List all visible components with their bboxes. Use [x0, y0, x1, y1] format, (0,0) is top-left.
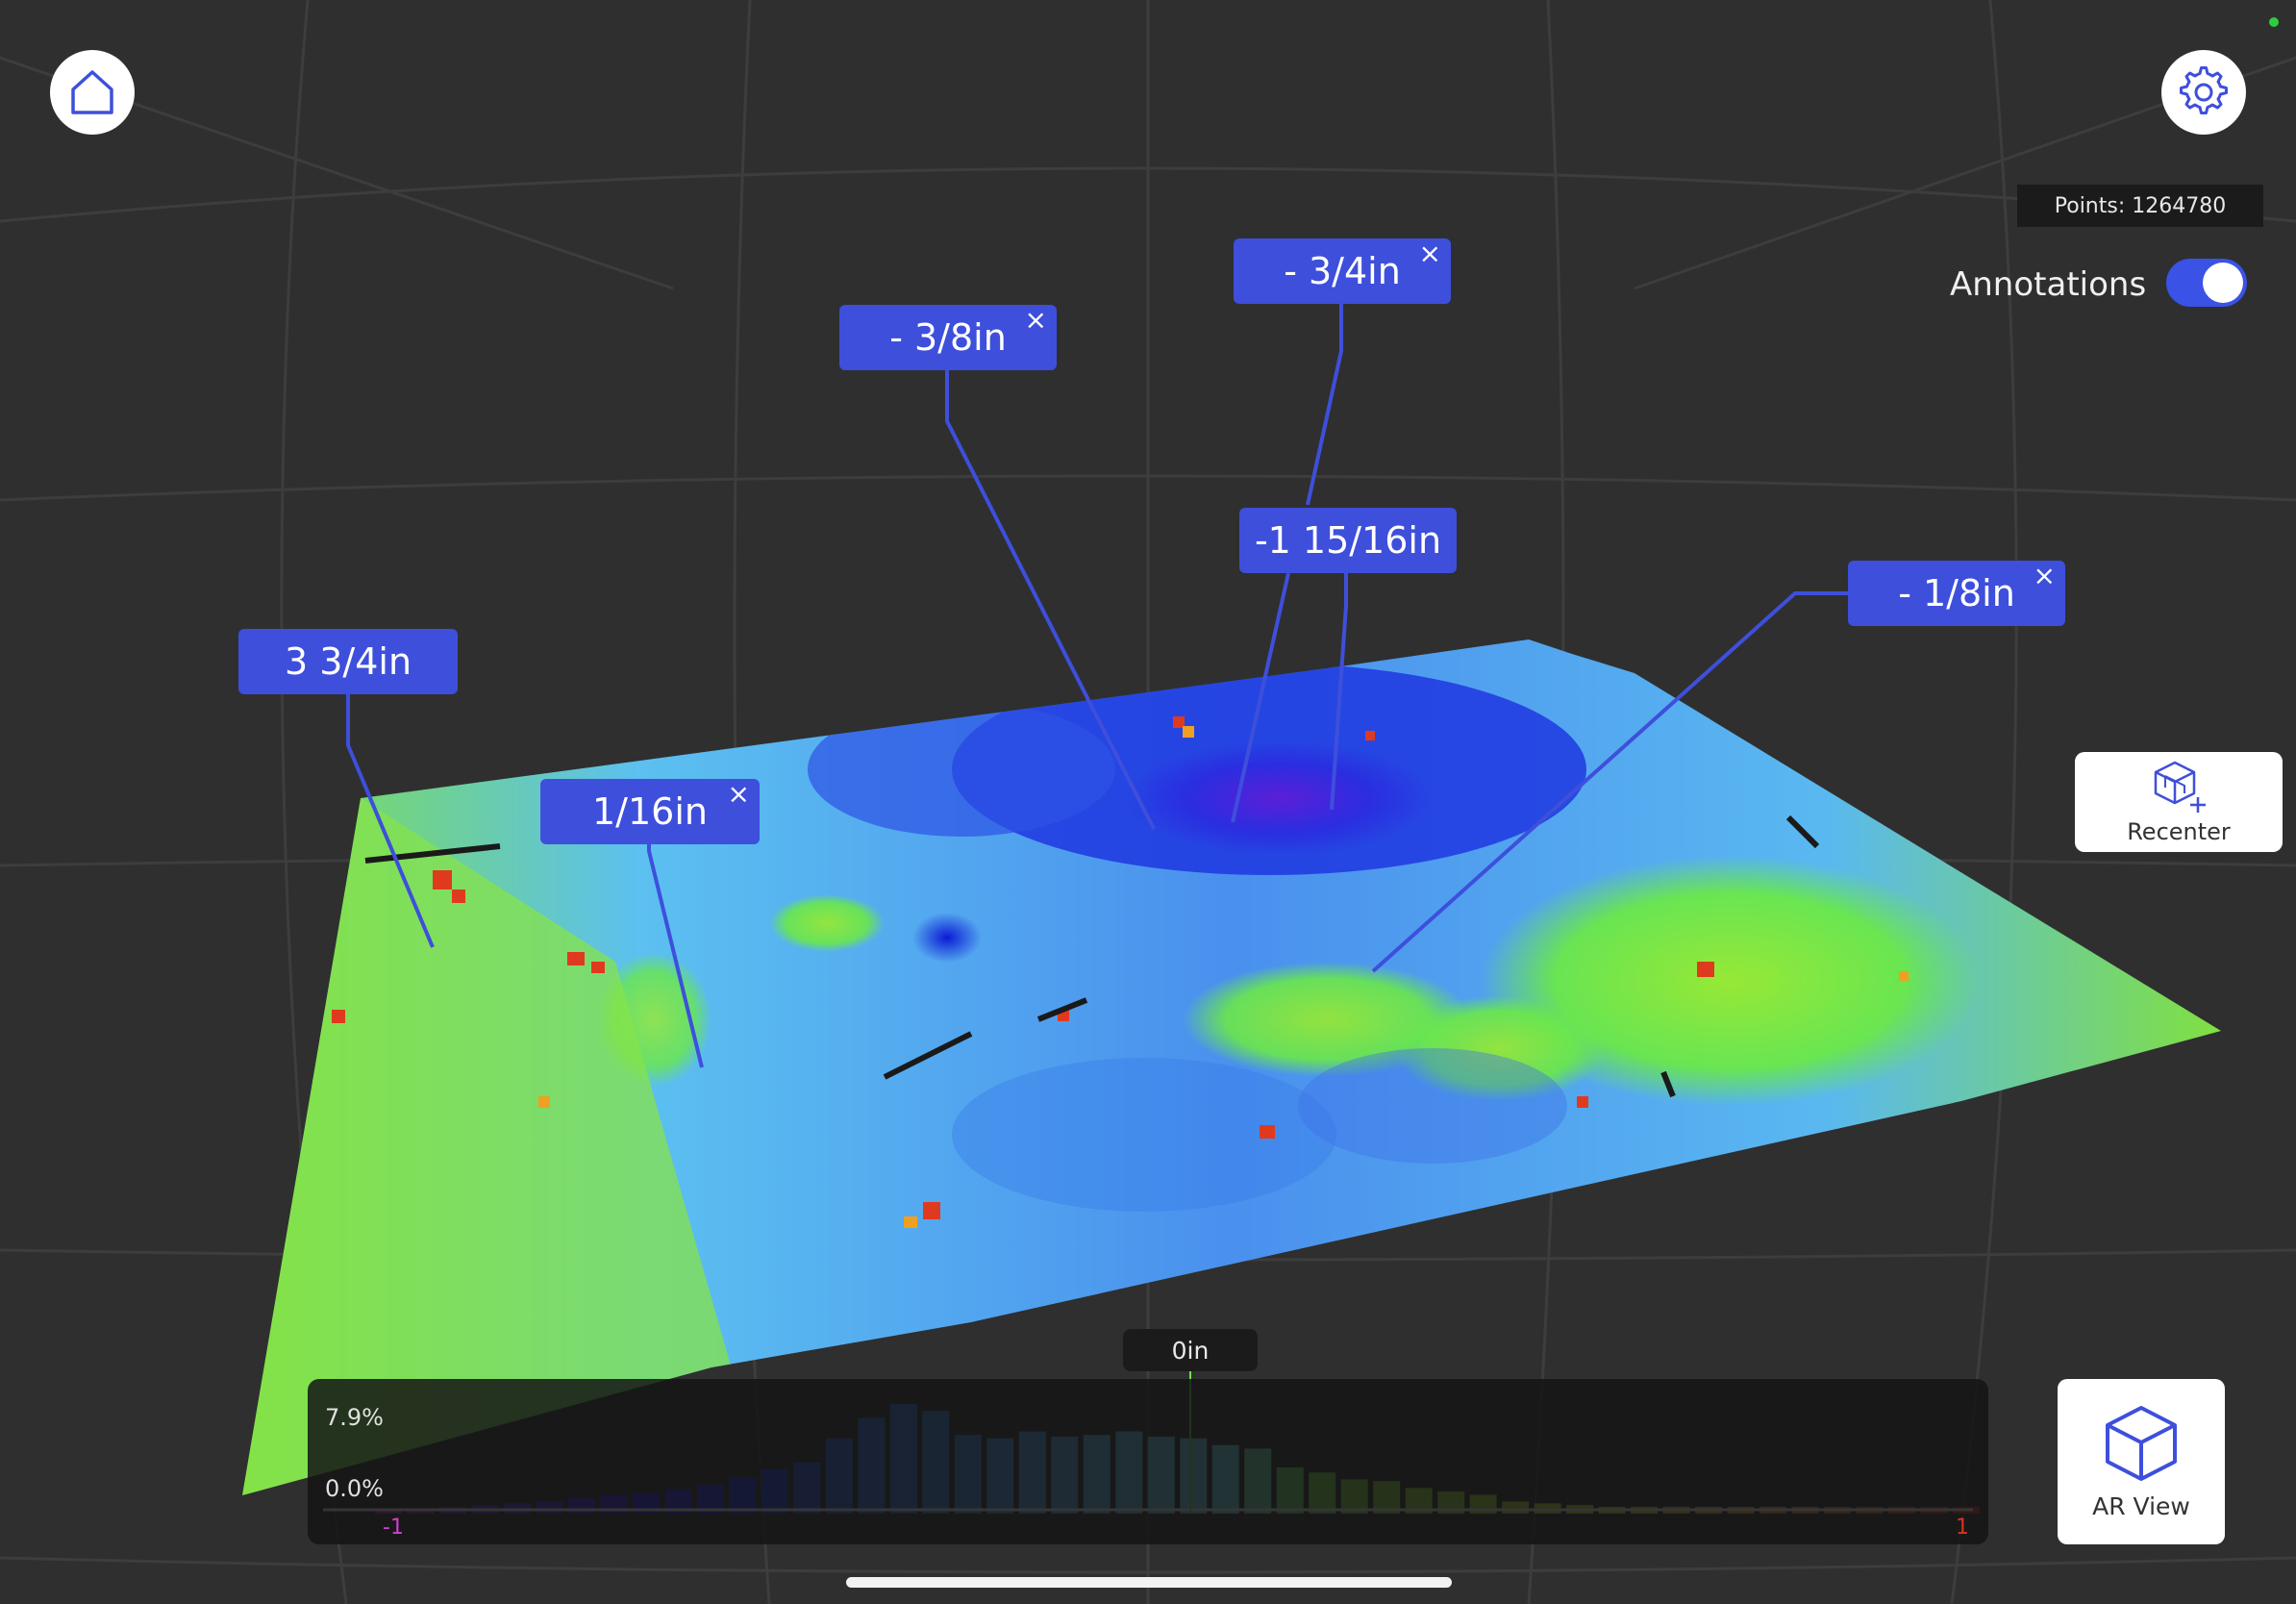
viewer-stage: Points: 1264780 Annotations 3 3/4in 1/16…	[0, 0, 2296, 1604]
home-button[interactable]	[50, 50, 135, 135]
home-icon	[71, 70, 113, 114]
ar-view-button[interactable]: AR View	[2058, 1379, 2225, 1544]
camera-status-dot	[2269, 17, 2279, 27]
histogram-max-tick: 1	[1956, 1516, 1969, 1540]
close-icon[interactable]: ×	[1025, 307, 1047, 334]
histogram-zero-marker: 0in	[1123, 1329, 1258, 1371]
home-indicator[interactable]	[846, 1577, 1452, 1588]
close-icon[interactable]: ×	[1419, 240, 1441, 267]
histogram-max-percent: 7.9%	[325, 1404, 384, 1431]
switch-knob	[2203, 263, 2243, 303]
histogram-min-percent: 0.0%	[325, 1475, 384, 1502]
annotations-switch[interactable]	[2166, 259, 2247, 307]
gear-icon	[2180, 66, 2228, 114]
annotation-value: 1/16in	[592, 790, 708, 833]
recenter-cube-icon	[2154, 761, 2206, 813]
recenter-label: Recenter	[2127, 818, 2231, 845]
ar-view-label: AR View	[2092, 1491, 2190, 1520]
close-icon[interactable]: ×	[728, 781, 750, 808]
annotation-value: - 3/4in	[1284, 250, 1401, 292]
annotation-value: 3 3/4in	[284, 640, 412, 683]
close-icon[interactable]: ×	[2034, 563, 2056, 589]
annotation-value: - 3/8in	[889, 316, 1007, 359]
points-count: Points: 1264780	[2017, 185, 2263, 227]
recenter-button[interactable]: Recenter	[2075, 752, 2283, 852]
annotation-value: - 1/8in	[1898, 572, 2015, 614]
histogram-min-tick: -1	[383, 1516, 404, 1540]
annotation-label[interactable]: - 3/8in ×	[839, 305, 1057, 370]
annotations-toggle-row: Annotations	[1942, 256, 2250, 310]
annotation-label[interactable]: - 1/8in ×	[1848, 561, 2065, 626]
annotation-label[interactable]: - 3/4in ×	[1234, 238, 1451, 304]
settings-button[interactable]	[2161, 50, 2246, 135]
annotations-label: Annotations	[1950, 265, 2147, 304]
annotation-label[interactable]: 1/16in ×	[540, 779, 760, 844]
annotation-label[interactable]: -1 15/16in	[1239, 508, 1457, 573]
annotation-value: -1 15/16in	[1254, 519, 1442, 562]
ar-cube-icon	[2106, 1405, 2177, 1481]
height-histogram: 7.9% 0.0% -1 1	[308, 1379, 1988, 1544]
annotation-label[interactable]: 3 3/4in	[238, 629, 458, 694]
